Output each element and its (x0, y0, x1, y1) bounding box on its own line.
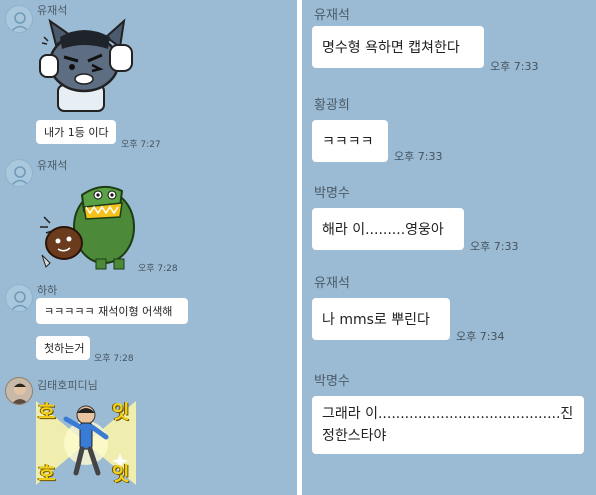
message-time: 오후 7:33 (394, 150, 443, 163)
message-time: 오후 7:33 (470, 240, 519, 253)
muzi-angry-sticker[interactable] (36, 15, 136, 117)
sticker-text: 잇 (112, 401, 130, 423)
sender-name: 김태호피디님 (37, 379, 98, 392)
sender-name: 박명수 (314, 374, 350, 389)
sticker-text: 호 (38, 401, 56, 423)
message-bubble[interactable]: 명수형 욕하면 캡쳐한다 (312, 26, 484, 68)
sticker-text: 호 (38, 463, 56, 485)
sender-name: 유재석 (37, 159, 68, 172)
message-bubble[interactable]: 첫하는거 (36, 336, 90, 360)
message-bubble[interactable]: 나 mms로 뿌린다 (312, 298, 450, 340)
default-avatar-icon[interactable] (5, 159, 33, 187)
sender-name: 유재석 (314, 276, 350, 291)
profile-photo-avatar[interactable] (5, 377, 33, 405)
message-time: 오후 7:28 (94, 354, 134, 364)
message-bubble[interactable]: ㅋㅋㅋㅋㅋ 재석이형 어색해 (36, 298, 188, 324)
message-bubble[interactable]: 그래라 이...................................… (312, 396, 584, 454)
sticker-text: 잇 (112, 463, 130, 485)
default-avatar-icon[interactable] (5, 5, 33, 33)
message-text-line: 그래라 이...................................… (322, 406, 574, 422)
sender-name: 박명수 (314, 186, 350, 201)
sender-name: 황광희 (314, 98, 350, 113)
sender-name: 유재석 (314, 8, 350, 23)
sender-name: 하하 (37, 284, 58, 297)
message-bubble[interactable]: 해라 이.........영웅아 (312, 208, 464, 250)
left-chat-panel: 유재석 내가 1등 이다 오후 7:27 유재석 오후 7:28 하하 ㅋㅋㅋㅋ… (0, 0, 297, 495)
right-chat-panel: 유재석 명수형 욕하면 캡쳐한다 오후 7:33 황광희 ㅋㅋㅋㅋ 오후 7:3… (302, 0, 596, 495)
message-time: 오후 7:33 (490, 60, 539, 73)
dancing-ho-it-sticker[interactable]: 호 잇 호 잇 (36, 393, 136, 493)
message-time: 오후 7:28 (138, 264, 178, 274)
message-bubble[interactable]: 내가 1등 이다 (36, 120, 116, 144)
message-time: 오후 7:27 (121, 140, 161, 150)
crocodile-eating-sticker[interactable] (36, 177, 136, 277)
message-time: 오후 7:34 (456, 330, 505, 343)
message-bubble[interactable]: ㅋㅋㅋㅋ (312, 120, 388, 162)
default-avatar-icon[interactable] (5, 284, 33, 312)
message-text-line: 정한스타야 (322, 428, 387, 444)
